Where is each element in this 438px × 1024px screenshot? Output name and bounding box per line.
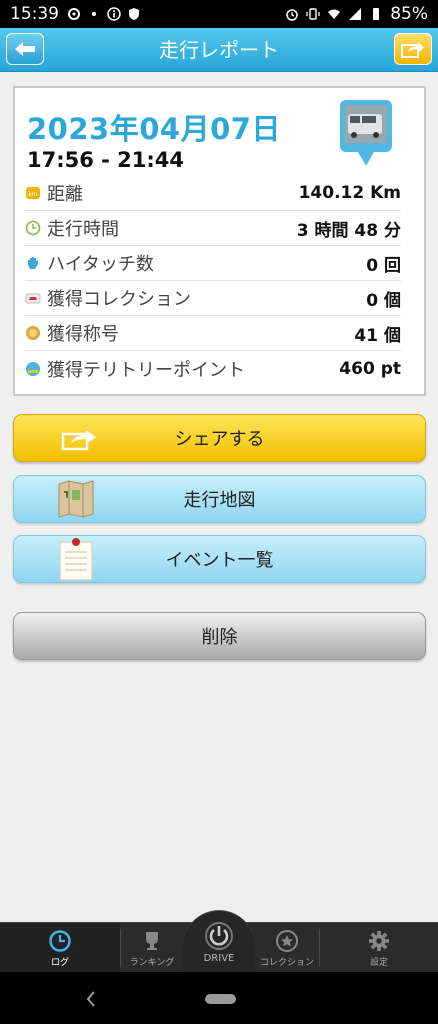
stat-label: 距離: [47, 184, 83, 205]
delete-button[interactable]: 削除: [13, 612, 426, 660]
share-label: シェアする: [174, 429, 265, 450]
drive-map-button[interactable]: 走行地図: [13, 475, 426, 523]
status-time: 15:39: [10, 4, 59, 24]
stat-label: 獲得称号: [47, 324, 119, 345]
gear-icon: [369, 930, 389, 951]
notepad-pin-icon: [59, 538, 93, 581]
drive-label: DRIVE: [203, 953, 235, 964]
km-icon: km: [26, 187, 40, 199]
alarm-icon: [286, 9, 298, 21]
stat-row-titles: 獲得称号 41 個: [25, 316, 401, 351]
tab-settings[interactable]: 設定: [320, 923, 438, 973]
back-button[interactable]: [6, 33, 44, 65]
delete-label: 削除: [201, 627, 238, 648]
stat-label: ハイタッチ数: [47, 254, 154, 275]
system-back-icon[interactable]: [84, 989, 98, 1009]
stat-row-distance: km 距離 140.12 Km: [25, 176, 401, 211]
tab-ranking[interactable]: ランキング: [121, 923, 183, 973]
stat-label: 獲得コレクション: [47, 289, 191, 310]
stat-label: 獲得テリトリーポイント: [47, 359, 245, 381]
info-icon: [107, 7, 121, 21]
event-list-label: イベント一覧: [165, 550, 274, 571]
stats-list: km 距離 140.12 Km 走行時間 3 時間 48 分 ハイタッチ数 0 …: [25, 176, 401, 386]
battery-icon: [373, 8, 380, 20]
stat-value: 0 個: [366, 290, 401, 311]
stat-value: 0 回: [366, 255, 401, 276]
system-navigation-bar: [0, 972, 438, 1024]
drive-button[interactable]: DRIVE: [183, 910, 255, 972]
report-time-range: 17:56 - 21:44: [27, 148, 185, 172]
svg-text:km: km: [28, 191, 37, 198]
stat-value: 41 個: [354, 325, 401, 346]
clock-icon: [25, 220, 41, 236]
map-icon: [58, 480, 94, 518]
share-button[interactable]: シェアする: [13, 414, 426, 462]
export-button[interactable]: [394, 33, 432, 65]
vibrate-icon: [306, 8, 320, 20]
medal-icon: [26, 326, 40, 340]
tab-log[interactable]: ログ: [0, 923, 120, 973]
stat-label: 走行時間: [47, 219, 119, 240]
app-header: 走行レポート: [0, 28, 438, 72]
stat-value: 3 時間 48 分: [296, 220, 401, 241]
event-list-button[interactable]: イベント一覧: [13, 535, 426, 583]
drive-map-label: 走行地図: [183, 490, 256, 511]
status-bar: 15:39 85%: [0, 0, 438, 28]
dot-icon: [92, 12, 96, 16]
car-collection-icon: [25, 293, 41, 304]
notification-icon: [68, 8, 80, 20]
shield-icon: [129, 8, 139, 20]
territory-icon: [26, 361, 40, 376]
system-home-pill[interactable]: [205, 994, 236, 1004]
signal-icon: [349, 8, 362, 20]
power-icon: [205, 922, 233, 950]
stat-value: 140.12 Km: [298, 183, 401, 203]
battery-percent: 85%: [390, 4, 428, 24]
stat-row-drive-time: 走行時間 3 時間 48 分: [25, 211, 401, 246]
report-date: 2023年04月07日: [27, 112, 281, 146]
trophy-icon: [146, 931, 158, 950]
stat-row-collection: 獲得コレクション 0 個: [25, 281, 401, 316]
tab-collection[interactable]: コレクション: [255, 923, 319, 973]
car-photo-pin-icon: [340, 100, 392, 166]
hand-icon: [28, 257, 38, 269]
wifi-icon: [328, 9, 341, 19]
stat-row-high-touch: ハイタッチ数 0 回: [25, 246, 401, 281]
share-icon: [61, 430, 96, 451]
report-card: 2023年04月07日 17:56 - 21:44 km 距離 140.12 K…: [13, 86, 426, 396]
back-arrow-icon: [15, 42, 35, 56]
page-title: 走行レポート: [159, 38, 279, 62]
stat-row-territory: 獲得テリトリーポイント 460 pt: [25, 351, 401, 386]
star-icon: [276, 929, 298, 952]
share-export-icon: [401, 42, 424, 58]
clock-icon: [49, 929, 71, 952]
stat-value: 460 pt: [339, 358, 401, 379]
